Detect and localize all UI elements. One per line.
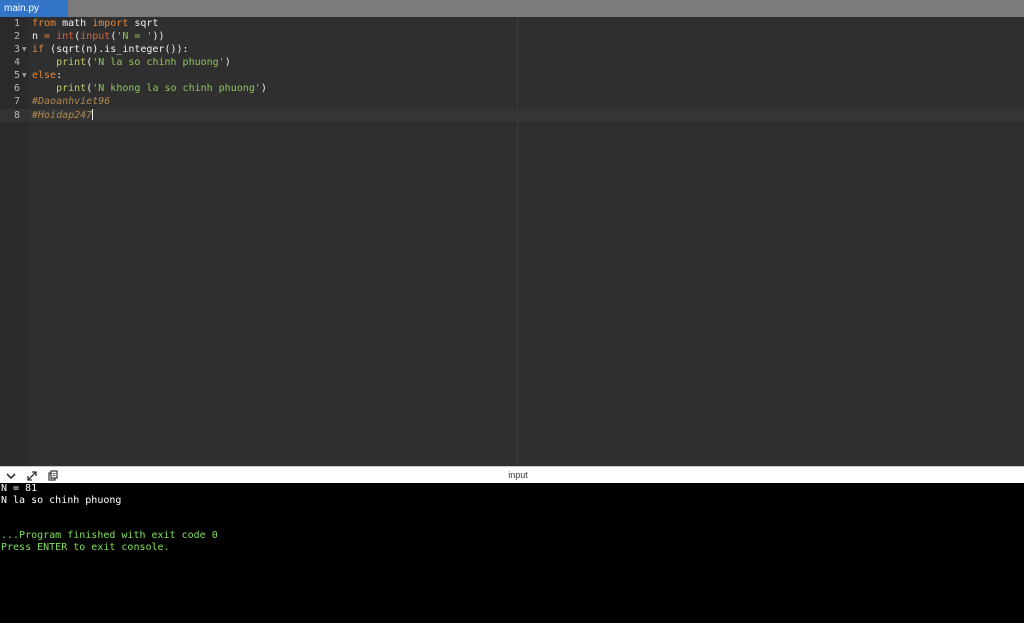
chevron-down-icon[interactable] (4, 468, 18, 482)
console-line: ...Program finished with exit code 0 (1, 530, 218, 541)
code-line: if (sqrt(n).is_integer()): (32, 43, 189, 56)
line-number: 1 (13, 18, 20, 29)
code-token: 'N = ' (116, 31, 153, 42)
code-token: ) (260, 83, 267, 94)
code-line: print('N la so chinh phuong') (32, 56, 231, 69)
console-output[interactable]: N = 81 N la so chinh phuong ...Program f… (0, 483, 1024, 623)
expand-icon[interactable] (25, 468, 39, 482)
console-line: N = 81 (1, 483, 38, 494)
line-number: 4 (13, 57, 20, 68)
fold-arrow-icon[interactable]: ▼ (22, 43, 28, 56)
code-token: #Hoidap247 (32, 110, 93, 121)
code-token: print (56, 57, 87, 68)
tab-label: main.py (4, 3, 40, 14)
code-token: print (56, 83, 87, 94)
code-token: else (32, 70, 57, 81)
code-token: 'N la so chinh phuong' (92, 57, 225, 68)
console-header: input (0, 466, 1024, 483)
code-token: input (80, 31, 111, 42)
ide-window: main.py 1 2 3 4 5 6 7 8 ▼ ▼ from math im… (0, 0, 1024, 623)
code-token: int (56, 31, 75, 42)
code-line: #Daoanhviet96 (32, 95, 110, 108)
code-token: sqrt (128, 18, 159, 29)
line-number: 5 (13, 70, 20, 81)
line-number: 8 (13, 110, 20, 121)
code-line: print('N khong la so chinh phuong') (32, 82, 267, 95)
code-token: )) (152, 31, 165, 42)
line-number: 7 (13, 96, 20, 107)
console-line: Press ENTER to exit console. (1, 542, 170, 553)
copy-icon[interactable] (46, 468, 60, 482)
active-line-highlight (29, 109, 1024, 122)
tab-bar: main.py (0, 0, 1024, 17)
fold-arrow-icon[interactable]: ▼ (22, 69, 28, 82)
code-token: n (32, 31, 45, 42)
code-line: from math import sqrt (32, 17, 158, 30)
line-number: 6 (13, 83, 20, 94)
line-number: 2 (13, 31, 20, 42)
tab-main-py[interactable]: main.py (0, 0, 68, 17)
code-line: #Hoidap247 (32, 109, 94, 122)
code-line: n = int(input('N = ')) (32, 30, 165, 43)
text-cursor (92, 109, 94, 120)
print-margin (517, 17, 518, 466)
code-token: (sqrt(n).is_integer()): (44, 44, 189, 55)
code-token: if (32, 44, 45, 55)
code-token: 'N khong la so chinh phuong' (92, 83, 261, 94)
code-token: : (56, 70, 63, 81)
code-line: else: (32, 69, 62, 82)
code-editor[interactable]: 1 2 3 4 5 6 7 8 ▼ ▼ from math import sqr… (0, 17, 1024, 466)
code-token: from (32, 18, 57, 29)
code-token: math (56, 18, 93, 29)
line-number: 3 (13, 44, 20, 55)
code-token: #Daoanhviet96 (32, 96, 111, 107)
console-line: N la so chinh phuong (1, 495, 122, 506)
code-token: import (92, 18, 129, 29)
console-title: input (508, 470, 528, 480)
code-token: ) (224, 57, 231, 68)
